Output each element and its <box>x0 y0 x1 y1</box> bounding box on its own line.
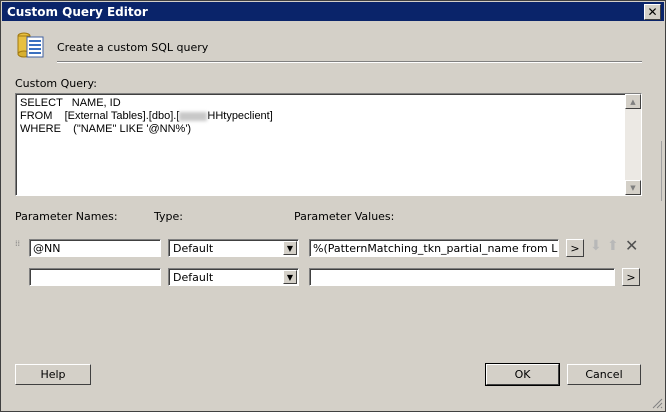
delete-icon[interactable]: ✕ <box>625 236 638 255</box>
close-icon: ✕ <box>647 5 658 19</box>
help-button[interactable]: Help <box>15 364 91 385</box>
database-document-icon <box>17 32 44 58</box>
query-line-2: FROM [External Tables].[dbo].[ <box>20 110 180 122</box>
query-scrollbar[interactable]: ▲ ▼ <box>625 94 641 195</box>
query-line-3: WHERE ("NAME" LIKE '@NN%') <box>20 123 192 135</box>
type-header: Type: <box>154 210 183 223</box>
query-line-2-suffix: HHtypeclient] <box>207 110 273 122</box>
chevron-down-icon: ▼ <box>286 243 294 253</box>
header-divider <box>57 61 642 63</box>
move-down-icon[interactable]: ⬇ <box>590 238 602 254</box>
window-title: Custom Query Editor <box>7 5 148 19</box>
redacted-blur <box>179 111 208 121</box>
parameter-value-input[interactable]: %(PatternMatching_tkn_partial_name from … <box>309 239 559 257</box>
scroll-up-button[interactable]: ▲ <box>625 94 641 109</box>
cancel-button[interactable]: Cancel <box>567 364 641 385</box>
parameter-values-header: Parameter Values: <box>294 210 395 223</box>
parameter-type-select[interactable]: Default ▼ <box>168 268 299 286</box>
scroll-up-icon: ▲ <box>630 97 636 106</box>
parameter-name-input[interactable]: @NN <box>29 239 161 257</box>
header-description: Create a custom SQL query <box>57 41 209 54</box>
row-grip-icon[interactable]: ⁞⁞ <box>15 240 21 251</box>
parameter-value-browse-button[interactable]: > <box>566 239 584 257</box>
ok-button[interactable]: OK <box>485 363 560 386</box>
custom-query-textarea[interactable]: SELECT NAME, ID FROM [External Tables].[… <box>15 93 642 196</box>
scroll-down-icon: ▼ <box>630 183 636 192</box>
move-up-icon[interactable]: ⬆ <box>607 238 619 254</box>
query-line-1: SELECT NAME, ID <box>20 97 121 109</box>
parameter-value-browse-button[interactable]: > <box>622 268 640 286</box>
title-bar[interactable]: Custom Query Editor ✕ <box>2 2 664 21</box>
dropdown-button[interactable]: ▼ <box>283 270 297 284</box>
scroll-down-button[interactable]: ▼ <box>625 180 641 195</box>
custom-query-label: Custom Query: <box>15 77 97 90</box>
chevron-down-icon: ▼ <box>286 272 294 282</box>
parameter-type-select[interactable]: Default ▼ <box>168 239 299 257</box>
close-button[interactable]: ✕ <box>644 4 661 20</box>
parameter-names-header: Parameter Names: <box>15 210 118 223</box>
parameter-value-input[interactable] <box>309 268 615 286</box>
dialog-window: Custom Query Editor ✕ Create a custom SQ… <box>0 0 666 412</box>
resize-grip-icon[interactable] <box>651 397 663 409</box>
query-text: SELECT NAME, ID FROM [External Tables].[… <box>20 97 273 136</box>
parameter-type-value: Default <box>173 242 214 255</box>
parameter-name-input[interactable] <box>29 268 161 286</box>
dropdown-button[interactable]: ▼ <box>283 241 297 255</box>
edge-shadow <box>661 141 666 201</box>
parameter-type-value: Default <box>173 271 214 284</box>
